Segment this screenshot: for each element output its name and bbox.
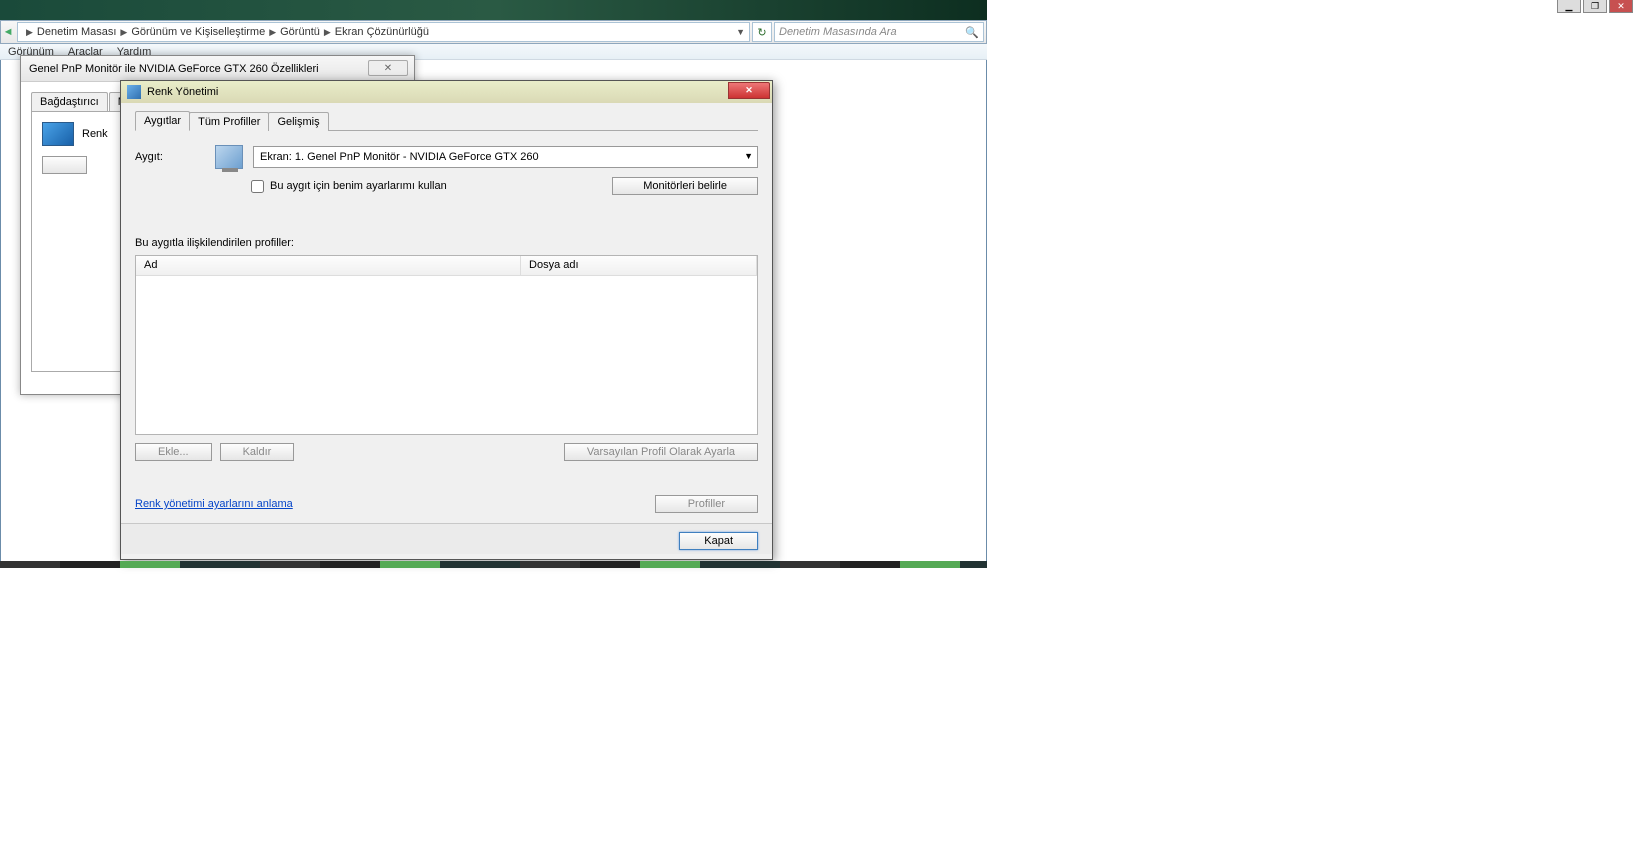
device-label: Aygıt: [135, 151, 205, 163]
color-management-window: Renk Yönetimi ✕ Aygıtlar Tüm Profiller G… [120, 80, 773, 560]
properties-title-text: Genel PnP Monitör ile NVIDIA GeForce GTX… [29, 63, 319, 75]
properties-title-bar[interactable]: Genel PnP Monitör ile NVIDIA GeForce GTX… [21, 56, 414, 82]
tab-devices[interactable]: Aygıtlar [135, 111, 190, 131]
chevron-right-icon: ▶ [269, 27, 276, 38]
cm-tabs: Aygıtlar Tüm Profiller Gelişmiş [135, 111, 758, 130]
outer-close-button[interactable]: ✕ [1609, 0, 1633, 13]
color-mgmt-icon [127, 85, 141, 99]
breadcrumb-item[interactable]: Denetim Masası [37, 26, 116, 38]
column-name[interactable]: Ad [136, 256, 521, 275]
breadcrumb-item[interactable]: Ekran Çözünürlüğü [335, 26, 429, 38]
profiles-button[interactable]: Profiller [655, 495, 758, 513]
properties-close-button[interactable]: ✕ [368, 60, 408, 76]
breadcrumb-item[interactable]: Görünüm ve Kişiselleştirme [131, 26, 265, 38]
tab-all-profiles[interactable]: Tüm Profiller [189, 112, 269, 131]
device-select-value: Ekran: 1. Genel PnP Monitör - NVIDIA GeF… [260, 151, 539, 163]
search-icon: 🔍 [965, 26, 979, 39]
remove-button[interactable]: Kaldır [220, 443, 295, 461]
refresh-button[interactable]: ↻ [752, 22, 772, 42]
taskbar-strip [0, 561, 987, 568]
chevron-down-icon: ▼ [744, 151, 753, 161]
dialog-footer: Kapat [121, 523, 772, 554]
desktop-background-strip [0, 0, 987, 20]
search-placeholder: Denetim Masasında Ara [779, 26, 897, 38]
cm-close-button[interactable]: ✕ [728, 82, 770, 99]
add-button[interactable]: Ekle... [135, 443, 212, 461]
address-bar: ◄ ▶ Denetim Masası ▶ Görünüm ve Kişisell… [0, 20, 987, 44]
use-my-settings-checkbox[interactable] [251, 180, 264, 193]
color-label: Renk [82, 128, 108, 140]
back-button[interactable]: ◄ [3, 23, 13, 41]
close-button[interactable]: Kapat [679, 532, 758, 550]
understand-settings-link[interactable]: Renk yönetimi ayarlarını anlama [135, 498, 293, 510]
chevron-right-icon: ▶ [26, 27, 33, 38]
monitor-icon [215, 145, 243, 169]
listview-header: Ad Dosya adı [136, 256, 757, 276]
display-icon [42, 122, 74, 146]
maximize-button[interactable]: ❐ [1583, 0, 1607, 13]
outer-window-controls: ▁ ❐ ✕ [1557, 0, 1633, 13]
tab-adapter[interactable]: Bağdaştırıcı [31, 92, 108, 111]
tab-advanced[interactable]: Gelişmiş [268, 112, 328, 131]
cm-tab-content: Aygıt: Ekran: 1. Genel PnP Monitör - NVI… [135, 130, 758, 513]
nav-buttons: ◄ [3, 23, 13, 41]
breadcrumb[interactable]: ▶ Denetim Masası ▶ Görünüm ve Kişiselleş… [17, 22, 750, 42]
cm-title-text: Renk Yönetimi [147, 86, 218, 98]
profiles-heading: Bu aygıtla ilişkilendirilen profiller: [135, 237, 758, 249]
column-file[interactable]: Dosya adı [521, 256, 757, 275]
minimize-button[interactable]: ▁ [1557, 0, 1581, 13]
properties-button[interactable] [42, 156, 87, 174]
chevron-right-icon: ▶ [324, 27, 331, 38]
search-input[interactable]: Denetim Masasında Ara 🔍 [774, 22, 984, 42]
cm-title-bar[interactable]: Renk Yönetimi [121, 81, 772, 103]
dropdown-chevron-icon[interactable]: ▼ [736, 27, 745, 37]
set-default-button[interactable]: Varsayılan Profil Olarak Ayarla [564, 443, 758, 461]
profiles-listview[interactable]: Ad Dosya adı [135, 255, 758, 435]
identify-monitors-button[interactable]: Monitörleri belirle [612, 177, 758, 195]
device-select[interactable]: Ekran: 1. Genel PnP Monitör - NVIDIA GeF… [253, 146, 758, 168]
chevron-right-icon: ▶ [120, 27, 127, 38]
use-my-settings-label: Bu aygıt için benim ayarlarımı kullan [270, 180, 447, 192]
breadcrumb-item[interactable]: Görüntü [280, 26, 320, 38]
